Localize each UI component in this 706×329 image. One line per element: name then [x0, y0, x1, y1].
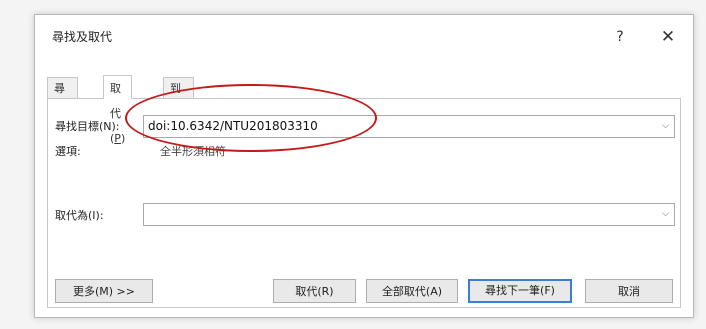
- close-button[interactable]: ✕: [655, 24, 681, 50]
- replace-all-button[interactable]: 全部取代(A): [366, 279, 458, 303]
- chevron-down-icon[interactable]: ⌵: [656, 116, 674, 137]
- find-replace-dialog: 尋找及取代 ? ✕ 尋找(D) 取代(P) 到(G) 尋找目標(N): doi:…: [34, 14, 694, 318]
- replace-input[interactable]: ⌵: [143, 203, 675, 226]
- find-input[interactable]: doi:10.6342/NTU201803310 ⌵: [143, 115, 675, 138]
- chevron-down-icon[interactable]: ⌵: [656, 204, 674, 225]
- options-label: 選項:: [55, 145, 81, 158]
- dialog-title: 尋找及取代: [52, 30, 113, 44]
- tab-find[interactable]: 尋找(D): [47, 77, 79, 137]
- find-next-button[interactable]: 尋找下一筆(F): [468, 279, 572, 303]
- title-bar: 尋找及取代 ? ✕: [35, 15, 693, 57]
- find-value: doi:10.6342/NTU201803310: [148, 119, 318, 133]
- more-button[interactable]: 更多(M) >>: [55, 279, 153, 303]
- replace-button[interactable]: 取代(R): [273, 279, 356, 303]
- tab-replace[interactable]: 取代(P): [103, 75, 133, 145]
- help-button[interactable]: ?: [607, 24, 633, 50]
- cancel-button[interactable]: 取消: [585, 279, 673, 303]
- tab-goto[interactable]: 到(G): [163, 77, 195, 116]
- options-value: 全半形須相符: [160, 145, 226, 158]
- replace-panel: 尋找目標(N): doi:10.6342/NTU201803310 ⌵ 選項: …: [47, 98, 681, 308]
- replace-label: 取代為(I):: [55, 209, 104, 222]
